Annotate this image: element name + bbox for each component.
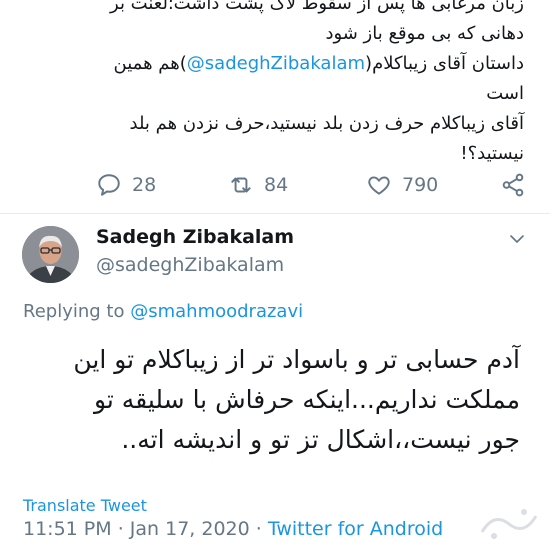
action-bar: 28 84 790 (0, 165, 550, 205)
prev-line-1: زبان مرغابی ها پس از سقوط لاک پشت داشت؛ل… (110, 0, 524, 14)
chevron-down-icon[interactable] (508, 230, 526, 248)
prev-line-5: آقای زیباکلام حرف زدن بلد نیستید،حرف نزد… (129, 113, 525, 134)
prev-line-2: دهانی که بی موقع باز شود (325, 23, 524, 44)
prev-line-3b: هم همین (113, 53, 180, 74)
author-name[interactable]: Sadegh Zibakalam (96, 226, 294, 248)
tweet-meta: 11:51 PM · Jan 17, 2020 · Twitter for An… (23, 518, 443, 540)
tweet-date[interactable]: Jan 17, 2020 (130, 518, 250, 540)
like-button[interactable]: 790 (366, 165, 438, 205)
meta-dot: · (117, 518, 124, 540)
tweet-time[interactable]: 11:51 PM (23, 518, 112, 540)
reply-icon (98, 174, 120, 196)
prev-line-3: داستان آقای زیباکلام(@sadeghZibakalam)هم… (113, 53, 524, 74)
replying-to-handle[interactable]: @smahmoodrazavi (130, 301, 303, 322)
heart-icon (368, 176, 390, 195)
watermark-logo (480, 509, 538, 539)
share-icon (502, 173, 524, 197)
tweet-line-3: جور نیست،،اشکال تز تو و اندیشه اته.. (121, 425, 520, 454)
prev-line-4: است (486, 83, 524, 104)
avatar[interactable] (22, 226, 79, 283)
tweet-text: آدم حسابی تر و باسواد تر از زیباکلام تو … (22, 340, 520, 460)
like-count: 790 (402, 174, 439, 196)
retweet-button[interactable]: 84 (228, 165, 288, 205)
replying-to: Replying to @smahmoodrazavi (23, 301, 303, 322)
tweet-line-1: آدم حسابی تر و باسواد تر از زیباکلام تو … (73, 345, 520, 374)
reply-count: 28 (132, 174, 157, 196)
author-handle[interactable]: @sadeghZibakalam (96, 254, 284, 276)
retweet-count: 84 (264, 174, 289, 196)
translate-tweet-link[interactable]: Translate Tweet (23, 496, 147, 515)
tweet-source[interactable]: Twitter for Android (268, 518, 443, 540)
tweet-line-2: مملکت نداریم...اینکه حرفاش با سلیقه تو (93, 385, 520, 414)
share-button[interactable] (500, 165, 526, 205)
divider (0, 213, 550, 214)
mention-link[interactable]: @sadeghZibakalam (187, 53, 365, 74)
meta-dot: · (255, 518, 262, 540)
replying-label: Replying to (23, 301, 125, 322)
prev-line-3a: داستان آقای زیباکلام (372, 53, 524, 74)
retweet-icon (231, 177, 251, 193)
reply-button[interactable]: 28 (96, 165, 156, 205)
avatar-image (22, 226, 79, 283)
previous-tweet-text: زبان مرغابی ها پس از سقوط لاک پشت داشت؛ل… (0, 0, 550, 169)
